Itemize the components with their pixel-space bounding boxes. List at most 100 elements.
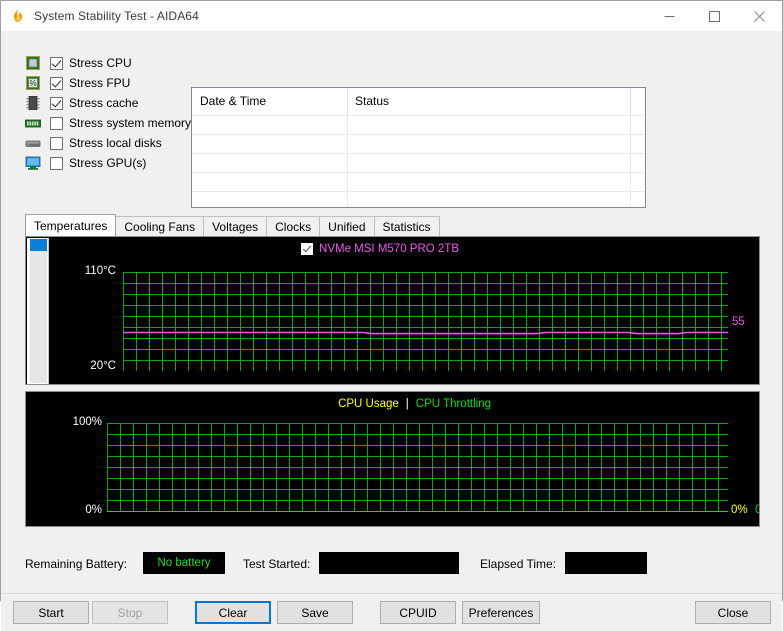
table-row[interactable] [192,172,645,191]
stress-disks-checkbox[interactable] [50,136,63,150]
cell-datetime [192,154,347,172]
remaining-battery-label: Remaining Battery: [25,557,128,571]
stress-option-cache[interactable]: Stress cache [25,93,195,113]
stress-memory-label: Stress system memory [69,116,192,130]
stress-cpu-checkbox[interactable] [50,56,63,70]
stress-option-fpu[interactable]: % Stress FPU [25,73,195,93]
memory-icon [25,115,41,131]
tab-unified[interactable]: Unified [319,216,375,236]
column-header-status[interactable]: Status [347,88,630,115]
cpu-usage-chart-panel: CPU Usage | CPU Throttling 100% 0% 0% 0% [25,391,760,527]
cpu-throttling-current-value: 0% [755,504,759,516]
stress-option-gpu[interactable]: Stress GPU(s) [25,153,195,173]
gpu-icon [25,155,41,171]
clear-button[interactable]: Clear [195,601,271,624]
cell-datetime [192,135,347,153]
tab-temperatures[interactable]: Temperatures [25,214,117,236]
tab-clocks[interactable]: Clocks [266,216,321,236]
temp-axis-label-top: 110°C [84,265,116,277]
fpu-icon: % [25,75,41,91]
window-controls [647,1,782,31]
cell-datetime [192,116,347,134]
cpu-icon [25,55,41,71]
temperature-chart-scrollbar[interactable] [27,238,49,384]
close-button[interactable]: Close [695,601,771,624]
cell-datetime [192,192,347,207]
remaining-battery-value: No battery [143,552,225,574]
stress-option-disks[interactable]: Stress local disks [25,133,195,153]
title-bar: System Stability Test - AIDA64 [1,1,782,31]
maximize-icon[interactable] [692,1,737,31]
temperature-chart-legend[interactable]: NVMe MSI M570 PRO 2TB [301,243,459,255]
aida64-flame-icon [10,8,26,24]
table-row[interactable] [192,115,645,134]
cpu-chart-legend: CPU Usage | CPU Throttling [338,398,491,410]
stress-cache-checkbox[interactable] [50,96,63,110]
svg-text:%: % [29,79,36,88]
window-title: System Stability Test - AIDA64 [34,9,199,23]
disk-icon [25,135,41,151]
close-icon[interactable] [737,1,782,31]
start-button[interactable]: Start [13,601,89,624]
temperature-current-value: 55 [732,316,745,328]
tab-voltages[interactable]: Voltages [203,216,268,236]
system-stability-test-window: System Stability Test - AIDA64 Stress CP… [0,0,783,631]
stress-option-cpu[interactable]: Stress CPU [25,53,195,73]
legend-separator: | [405,398,409,410]
event-log-table[interactable]: Date & Time Status [191,87,646,208]
cell-extra [630,192,645,207]
stress-option-memory[interactable]: Stress system memory [25,113,195,133]
cell-extra [630,154,645,172]
stress-cpu-label: Stress CPU [69,56,132,70]
legend-label-nvme: NVMe MSI M570 PRO 2TB [319,243,459,255]
cell-status [347,154,630,172]
save-button[interactable]: Save [277,601,353,624]
cell-extra [630,116,645,134]
table-row[interactable] [192,153,645,172]
stress-disks-label: Stress local disks [69,136,162,150]
stress-memory-checkbox[interactable] [50,116,63,130]
cell-datetime [192,173,347,191]
test-started-label: Test Started: [243,557,311,571]
stress-gpu-checkbox[interactable] [50,156,63,170]
scrollbar-thumb[interactable] [30,239,47,251]
cpu-usage-current-value: 0% [731,504,748,516]
column-header-datetime[interactable]: Date & Time [192,88,347,115]
cell-status [347,192,630,207]
temperature-series-line [123,331,728,335]
cell-status [347,116,630,134]
legend-label-cpu-usage[interactable]: CPU Usage [338,398,399,410]
cpuid-button[interactable]: CPUID [380,601,456,624]
table-header-row: Date & Time Status [192,88,645,115]
table-row[interactable] [192,191,645,207]
minimize-icon[interactable] [647,1,692,31]
temperature-plot-area [123,272,728,371]
preferences-button[interactable]: Preferences [462,601,540,624]
table-row[interactable] [192,134,645,153]
stress-gpu-label: Stress GPU(s) [69,156,147,170]
stress-fpu-label: Stress FPU [69,76,131,90]
cpu-axis-label-bottom: 0% [85,504,102,516]
status-fields: Remaining Battery: No battery Test Start… [25,552,760,576]
scrollbar-track[interactable] [30,239,47,383]
column-header-extra[interactable] [630,88,645,115]
tab-cooling-fans[interactable]: Cooling Fans [115,216,205,236]
temperature-chart-panel: NVMe MSI M570 PRO 2TB 110°C 20°C 55 [25,236,760,385]
cell-status [347,173,630,191]
cpu-series-lines [107,511,728,512]
cell-extra [630,173,645,191]
legend-label-cpu-throttling[interactable]: CPU Throttling [416,398,491,410]
cell-extra [630,135,645,153]
test-started-value [319,552,459,574]
stress-fpu-checkbox[interactable] [50,76,63,90]
client-area: Stress CPU % Stress FPU Stress cache Str… [1,31,782,631]
cpu-axis-label-top: 100% [72,416,102,428]
temp-axis-label-bottom: 20°C [90,360,116,372]
elapsed-time-label: Elapsed Time: [480,557,557,571]
elapsed-time-value [565,552,647,574]
stress-cache-label: Stress cache [69,96,139,110]
stress-options-list: Stress CPU % Stress FPU Stress cache Str… [25,53,195,173]
button-bar: Start Stop Clear Save CPUID Preferences … [1,593,782,631]
legend-checkbox-icon[interactable] [301,243,314,255]
tab-statistics[interactable]: Statistics [373,216,440,236]
